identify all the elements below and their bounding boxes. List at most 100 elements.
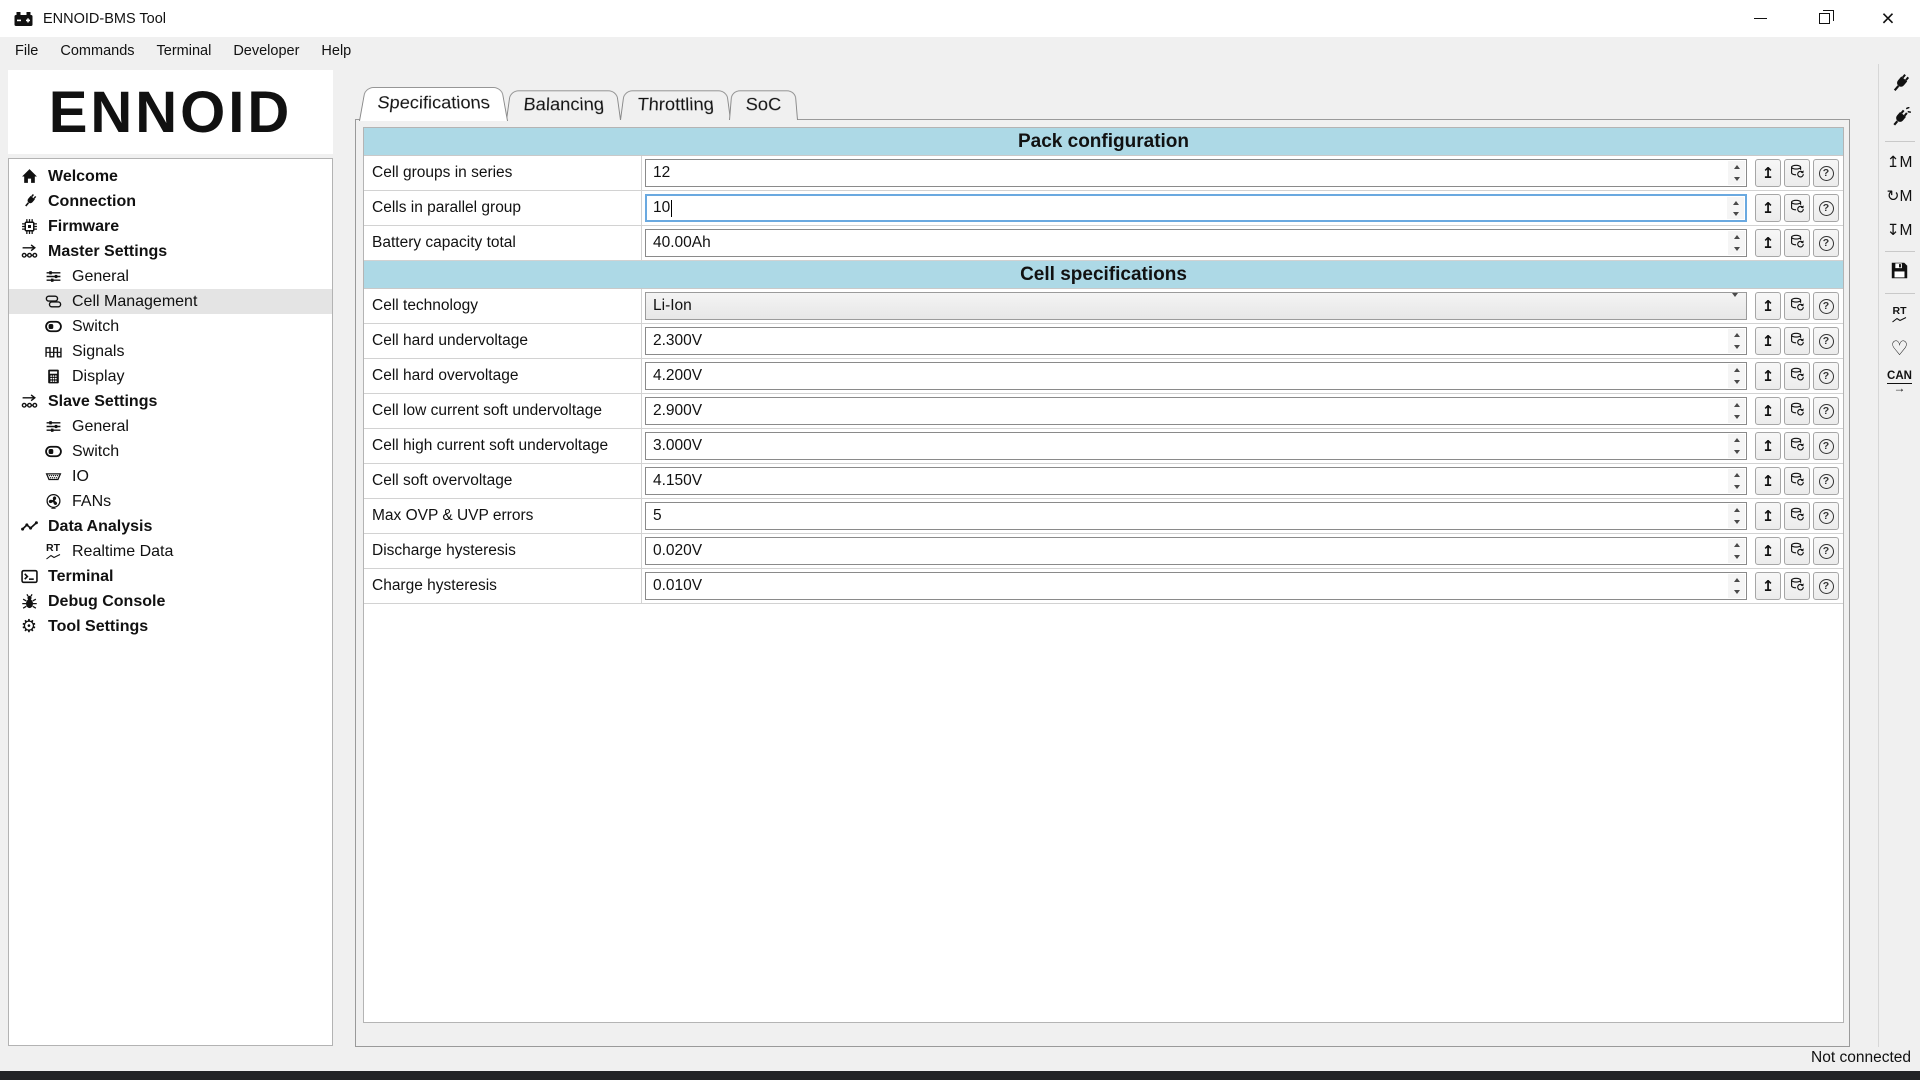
sidebar-item-slave-general[interactable]: General [9, 414, 332, 439]
spin-up-button[interactable] [1728, 364, 1745, 376]
menu-developer[interactable]: Developer [222, 39, 310, 63]
sidebar-item-slave-settings[interactable]: Slave Settings [9, 389, 332, 414]
sidebar-item-realtime-data[interactable]: RT Realtime Data [9, 539, 332, 564]
upload-value-button[interactable]: ↥ [1755, 362, 1781, 390]
help-button[interactable]: ? [1813, 229, 1839, 257]
upload-value-button[interactable]: ↥ [1755, 572, 1781, 600]
close-button[interactable]: × [1856, 0, 1920, 37]
refresh-value-button[interactable] [1784, 327, 1810, 355]
cell-technology-dropdown[interactable]: Li-Ion [645, 292, 1747, 320]
refresh-value-button[interactable] [1784, 194, 1810, 222]
tab-soc[interactable]: SoC [729, 90, 798, 120]
spin-up-button[interactable] [1727, 197, 1744, 208]
reload-master-button[interactable]: ↻M [1884, 183, 1916, 210]
spin-down-button[interactable] [1728, 481, 1745, 493]
upload-value-button[interactable]: ↥ [1755, 194, 1781, 222]
help-button[interactable]: ? [1813, 292, 1839, 320]
help-button[interactable]: ? [1813, 432, 1839, 460]
sidebar-item-master-general[interactable]: General [9, 264, 332, 289]
sidebar-item-firmware[interactable]: Firmware [9, 214, 332, 239]
charge-hysteresis-input[interactable]: 0.010V [645, 572, 1747, 600]
help-button[interactable]: ? [1813, 572, 1839, 600]
refresh-value-button[interactable] [1784, 502, 1810, 530]
spin-up-button[interactable] [1728, 539, 1745, 551]
cells-in-parallel-group-input[interactable]: 10 [645, 194, 1747, 222]
sidebar-item-fans[interactable]: FANs [9, 489, 332, 514]
upload-value-button[interactable]: ↥ [1755, 502, 1781, 530]
refresh-value-button[interactable] [1784, 537, 1810, 565]
sidebar-item-signals[interactable]: Signals [9, 339, 332, 364]
cell-hard-undervoltage-input[interactable]: 2.300V [645, 327, 1747, 355]
help-button[interactable]: ? [1813, 327, 1839, 355]
spin-down-button[interactable] [1728, 446, 1745, 458]
refresh-value-button[interactable] [1784, 292, 1810, 320]
refresh-value-button[interactable] [1784, 572, 1810, 600]
refresh-value-button[interactable] [1784, 467, 1810, 495]
upload-value-button[interactable]: ↥ [1755, 467, 1781, 495]
discharge-hysteresis-input[interactable]: 0.020V [645, 537, 1747, 565]
upload-value-button[interactable]: ↥ [1755, 327, 1781, 355]
upload-value-button[interactable]: ↥ [1755, 159, 1781, 187]
upload-value-button[interactable]: ↥ [1755, 397, 1781, 425]
spin-up-button[interactable] [1728, 434, 1745, 446]
sidebar-item-terminal[interactable]: Terminal [9, 564, 332, 589]
spin-down-button[interactable] [1728, 586, 1745, 598]
can-scan-button[interactable]: CAN→ [1884, 369, 1916, 396]
spin-up-button[interactable] [1728, 329, 1745, 341]
refresh-value-button[interactable] [1784, 432, 1810, 460]
connect-button[interactable] [1884, 73, 1916, 100]
upload-value-button[interactable]: ↥ [1755, 432, 1781, 460]
sidebar-item-tool-settings[interactable]: ⚙ Tool Settings [9, 614, 332, 639]
restore-button[interactable] [1792, 0, 1856, 37]
cell-hard-overvoltage-input[interactable]: 4.200V [645, 362, 1747, 390]
cell-high-current-soft-undervoltage-input[interactable]: 3.000V [645, 432, 1747, 460]
upload-value-button[interactable]: ↥ [1755, 229, 1781, 257]
spin-down-button[interactable] [1728, 516, 1745, 528]
spin-down-button[interactable] [1727, 208, 1744, 219]
sidebar-item-welcome[interactable]: Welcome [9, 164, 332, 189]
upload-value-button[interactable]: ↥ [1755, 292, 1781, 320]
menu-file[interactable]: File [4, 39, 49, 63]
battery-capacity-total-input[interactable]: 40.00Ah [645, 229, 1747, 257]
tab-throttling[interactable]: Throttling [620, 90, 731, 120]
save-button[interactable] [1884, 259, 1916, 286]
realtime-data-button[interactable]: RT [1884, 301, 1916, 328]
spin-down-button[interactable] [1728, 243, 1745, 255]
sidebar-item-slave-switch[interactable]: Switch [9, 439, 332, 464]
sidebar-item-cell-management[interactable]: Cell Management [9, 289, 332, 314]
refresh-value-button[interactable] [1784, 397, 1810, 425]
spin-down-button[interactable] [1728, 551, 1745, 563]
cell-soft-overvoltage-input[interactable]: 4.150V [645, 467, 1747, 495]
sidebar-item-master-settings[interactable]: Master Settings [9, 239, 332, 264]
refresh-value-button[interactable] [1784, 362, 1810, 390]
help-button[interactable]: ? [1813, 194, 1839, 222]
help-button[interactable]: ? [1813, 502, 1839, 530]
help-button[interactable]: ? [1813, 467, 1839, 495]
spin-up-button[interactable] [1728, 504, 1745, 516]
sidebar-item-display[interactable]: Display [9, 364, 332, 389]
menu-help[interactable]: Help [310, 39, 362, 63]
sidebar-item-debug-console[interactable]: Debug Console [9, 589, 332, 614]
help-button[interactable]: ? [1813, 537, 1839, 565]
minimize-button[interactable] [1728, 0, 1792, 37]
disconnect-button[interactable] [1884, 107, 1916, 134]
spin-down-button[interactable] [1728, 376, 1745, 388]
help-button[interactable]: ? [1813, 159, 1839, 187]
menu-commands[interactable]: Commands [49, 39, 145, 63]
favorites-button[interactable]: ♡ [1884, 335, 1916, 362]
tab-specifications[interactable]: Specifications [359, 87, 508, 121]
spin-up-button[interactable] [1728, 399, 1745, 411]
spin-up-button[interactable] [1728, 574, 1745, 586]
read-master-button[interactable]: ↧M [1884, 217, 1916, 244]
spin-up-button[interactable] [1728, 231, 1745, 243]
cell-groups-in-series-input[interactable]: 12 [645, 159, 1747, 187]
sidebar-item-connection[interactable]: Connection [9, 189, 332, 214]
spin-down-button[interactable] [1728, 411, 1745, 423]
refresh-value-button[interactable] [1784, 159, 1810, 187]
max-ovp-uvp-errors-input[interactable]: 5 [645, 502, 1747, 530]
tab-balancing[interactable]: Balancing [506, 90, 621, 120]
spin-up-button[interactable] [1728, 161, 1745, 173]
help-button[interactable]: ? [1813, 362, 1839, 390]
cell-low-current-soft-undervoltage-input[interactable]: 2.900V [645, 397, 1747, 425]
sidebar-item-data-analysis[interactable]: Data Analysis [9, 514, 332, 539]
